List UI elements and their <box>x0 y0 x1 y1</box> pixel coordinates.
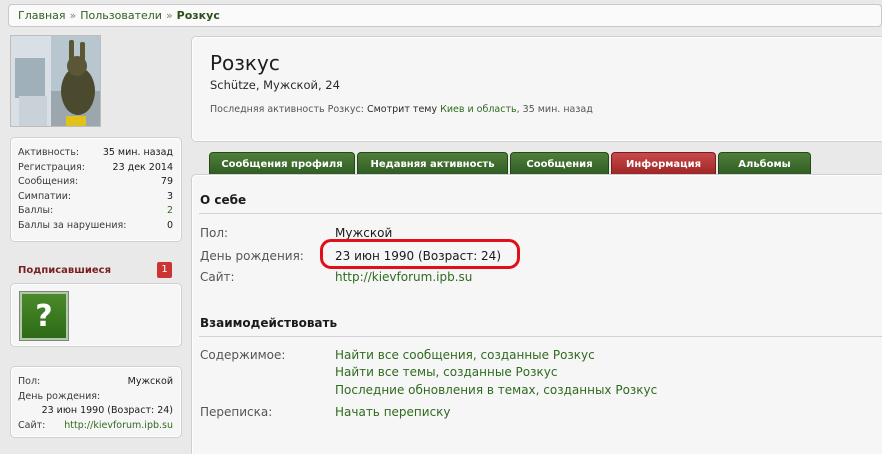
find-all-posts-link[interactable]: Найти все сообщения, созданные Розкус <box>335 348 595 362</box>
information-content: О себе Пол: Мужской День рождения: 23 ию… <box>191 174 882 454</box>
subscribers-panel: ? <box>10 283 182 347</box>
sidebar-birthday-row: День рождения: <box>18 390 173 405</box>
stat-value: 79 <box>160 176 173 188</box>
find-all-threads-link[interactable]: Найти все темы, созданные Розкус <box>335 365 557 379</box>
stat-row: Сообщения: 79 <box>18 175 173 190</box>
stats-panel: Активность: 35 мин. назад Регистрация: 23 … <box>10 137 182 242</box>
gender-label: Пол: <box>200 226 229 240</box>
breadcrumb-users[interactable]: Пользователи <box>80 9 162 22</box>
stat-row: Баллы: 2 <box>18 204 173 219</box>
activity-prefix: Последняя активность Розкус: <box>210 104 364 115</box>
breadcrumb-home[interactable]: Главная <box>18 9 66 22</box>
profile-tabs: Сообщения профиля Недавняя активность Со… <box>209 152 811 175</box>
stat-value: 35 мин. назад <box>102 147 173 158</box>
breadcrumb-separator: » <box>165 9 173 22</box>
about-heading: О себе <box>200 193 247 207</box>
stat-label: Баллы за нарушения: <box>18 219 127 231</box>
profile-subtitle: Schütze, Мужской, 24 <box>210 78 340 92</box>
tab-information[interactable]: Информация <box>611 152 716 175</box>
activity-action: Смотрит тему <box>367 104 438 115</box>
gender-value: Мужской <box>335 226 393 240</box>
profile-header: Розкус Schütze, Мужской, 24 Последняя ак… <box>191 36 882 142</box>
sidebar-birthday-label: День рождения: <box>18 390 101 402</box>
sidebar-site-label: Сайт: <box>18 419 46 431</box>
tab-albums[interactable]: Альбомы <box>718 152 811 175</box>
subscribers-count-badge: 1 <box>157 262 172 278</box>
stat-label: Симпатии: <box>18 190 72 202</box>
question-avatar-icon[interactable]: ? <box>20 292 68 340</box>
stat-label: Баллы: <box>18 205 54 217</box>
stat-row: Регистрация: 23 дек 2014 <box>18 161 173 176</box>
stat-value: 3 <box>166 190 173 202</box>
stat-row: Симпатии: 3 <box>18 190 173 205</box>
tab-profile-posts[interactable]: Сообщения профиля <box>209 152 355 175</box>
site-label: Сайт: <box>200 270 235 284</box>
sidebar-gender-value: Мужской <box>127 376 173 387</box>
stat-label: Сообщения: <box>18 176 79 188</box>
stat-row: Баллы за нарушения: 0 <box>18 219 173 234</box>
highlight-circle <box>320 239 520 269</box>
activity-time: , 35 мин. назад <box>516 104 593 115</box>
sidebar-gender-row: Пол: Мужской <box>18 375 173 390</box>
stat-row: Активность: 35 мин. назад <box>18 146 173 161</box>
sidebar-site-link[interactable]: http://kievforum.ipb.su <box>64 419 173 434</box>
activity-topic-link[interactable]: Киев и область <box>440 104 517 115</box>
stat-value: 23 дек 2014 <box>112 161 173 173</box>
sidebar-site-row: Сайт: http://kievforum.ipb.su <box>18 419 173 434</box>
subscribers-heading[interactable]: Подписавшиеся <box>18 265 111 276</box>
sidebar-info-panel: Пол: Мужской День рождения: 23 июн 1990 (… <box>10 366 182 438</box>
breadcrumb: Главная » Пользователи » Розкус <box>8 4 882 27</box>
site-link[interactable]: http://kievforum.ipb.su <box>335 270 472 284</box>
stat-value: 0 <box>166 219 173 231</box>
profile-username: Розкус <box>210 51 280 75</box>
pm-label: Переписка: <box>200 405 273 419</box>
tab-posts[interactable]: Сообщения <box>510 152 609 175</box>
last-activity: Последняя активность Розкус: Смотрит тем… <box>210 104 882 115</box>
stat-label: Активность: <box>18 147 80 158</box>
birthday-label: День рождения: <box>200 249 304 263</box>
start-conversation-link[interactable]: Начать переписку <box>335 405 451 419</box>
divider <box>199 336 882 337</box>
divider <box>199 213 882 214</box>
interact-heading: Взаимодействовать <box>200 316 338 330</box>
avatar[interactable] <box>10 35 101 127</box>
tab-recent-activity[interactable]: Недавняя активность <box>357 152 508 175</box>
stat-value-link[interactable]: 2 <box>167 204 173 219</box>
recent-thread-updates-link[interactable]: Последние обновления в темах, созданных … <box>335 383 657 397</box>
sidebar-gender-label: Пол: <box>18 376 41 387</box>
breadcrumb-separator: » <box>69 9 77 22</box>
avatar-image <box>11 36 100 126</box>
stat-label: Регистрация: <box>18 161 85 173</box>
sidebar-birthday-value: 23 июн 1990 (Возраст: 24) <box>41 405 173 416</box>
breadcrumb-current: Розкус <box>176 9 220 22</box>
content-label: Содержимое: <box>200 348 286 362</box>
